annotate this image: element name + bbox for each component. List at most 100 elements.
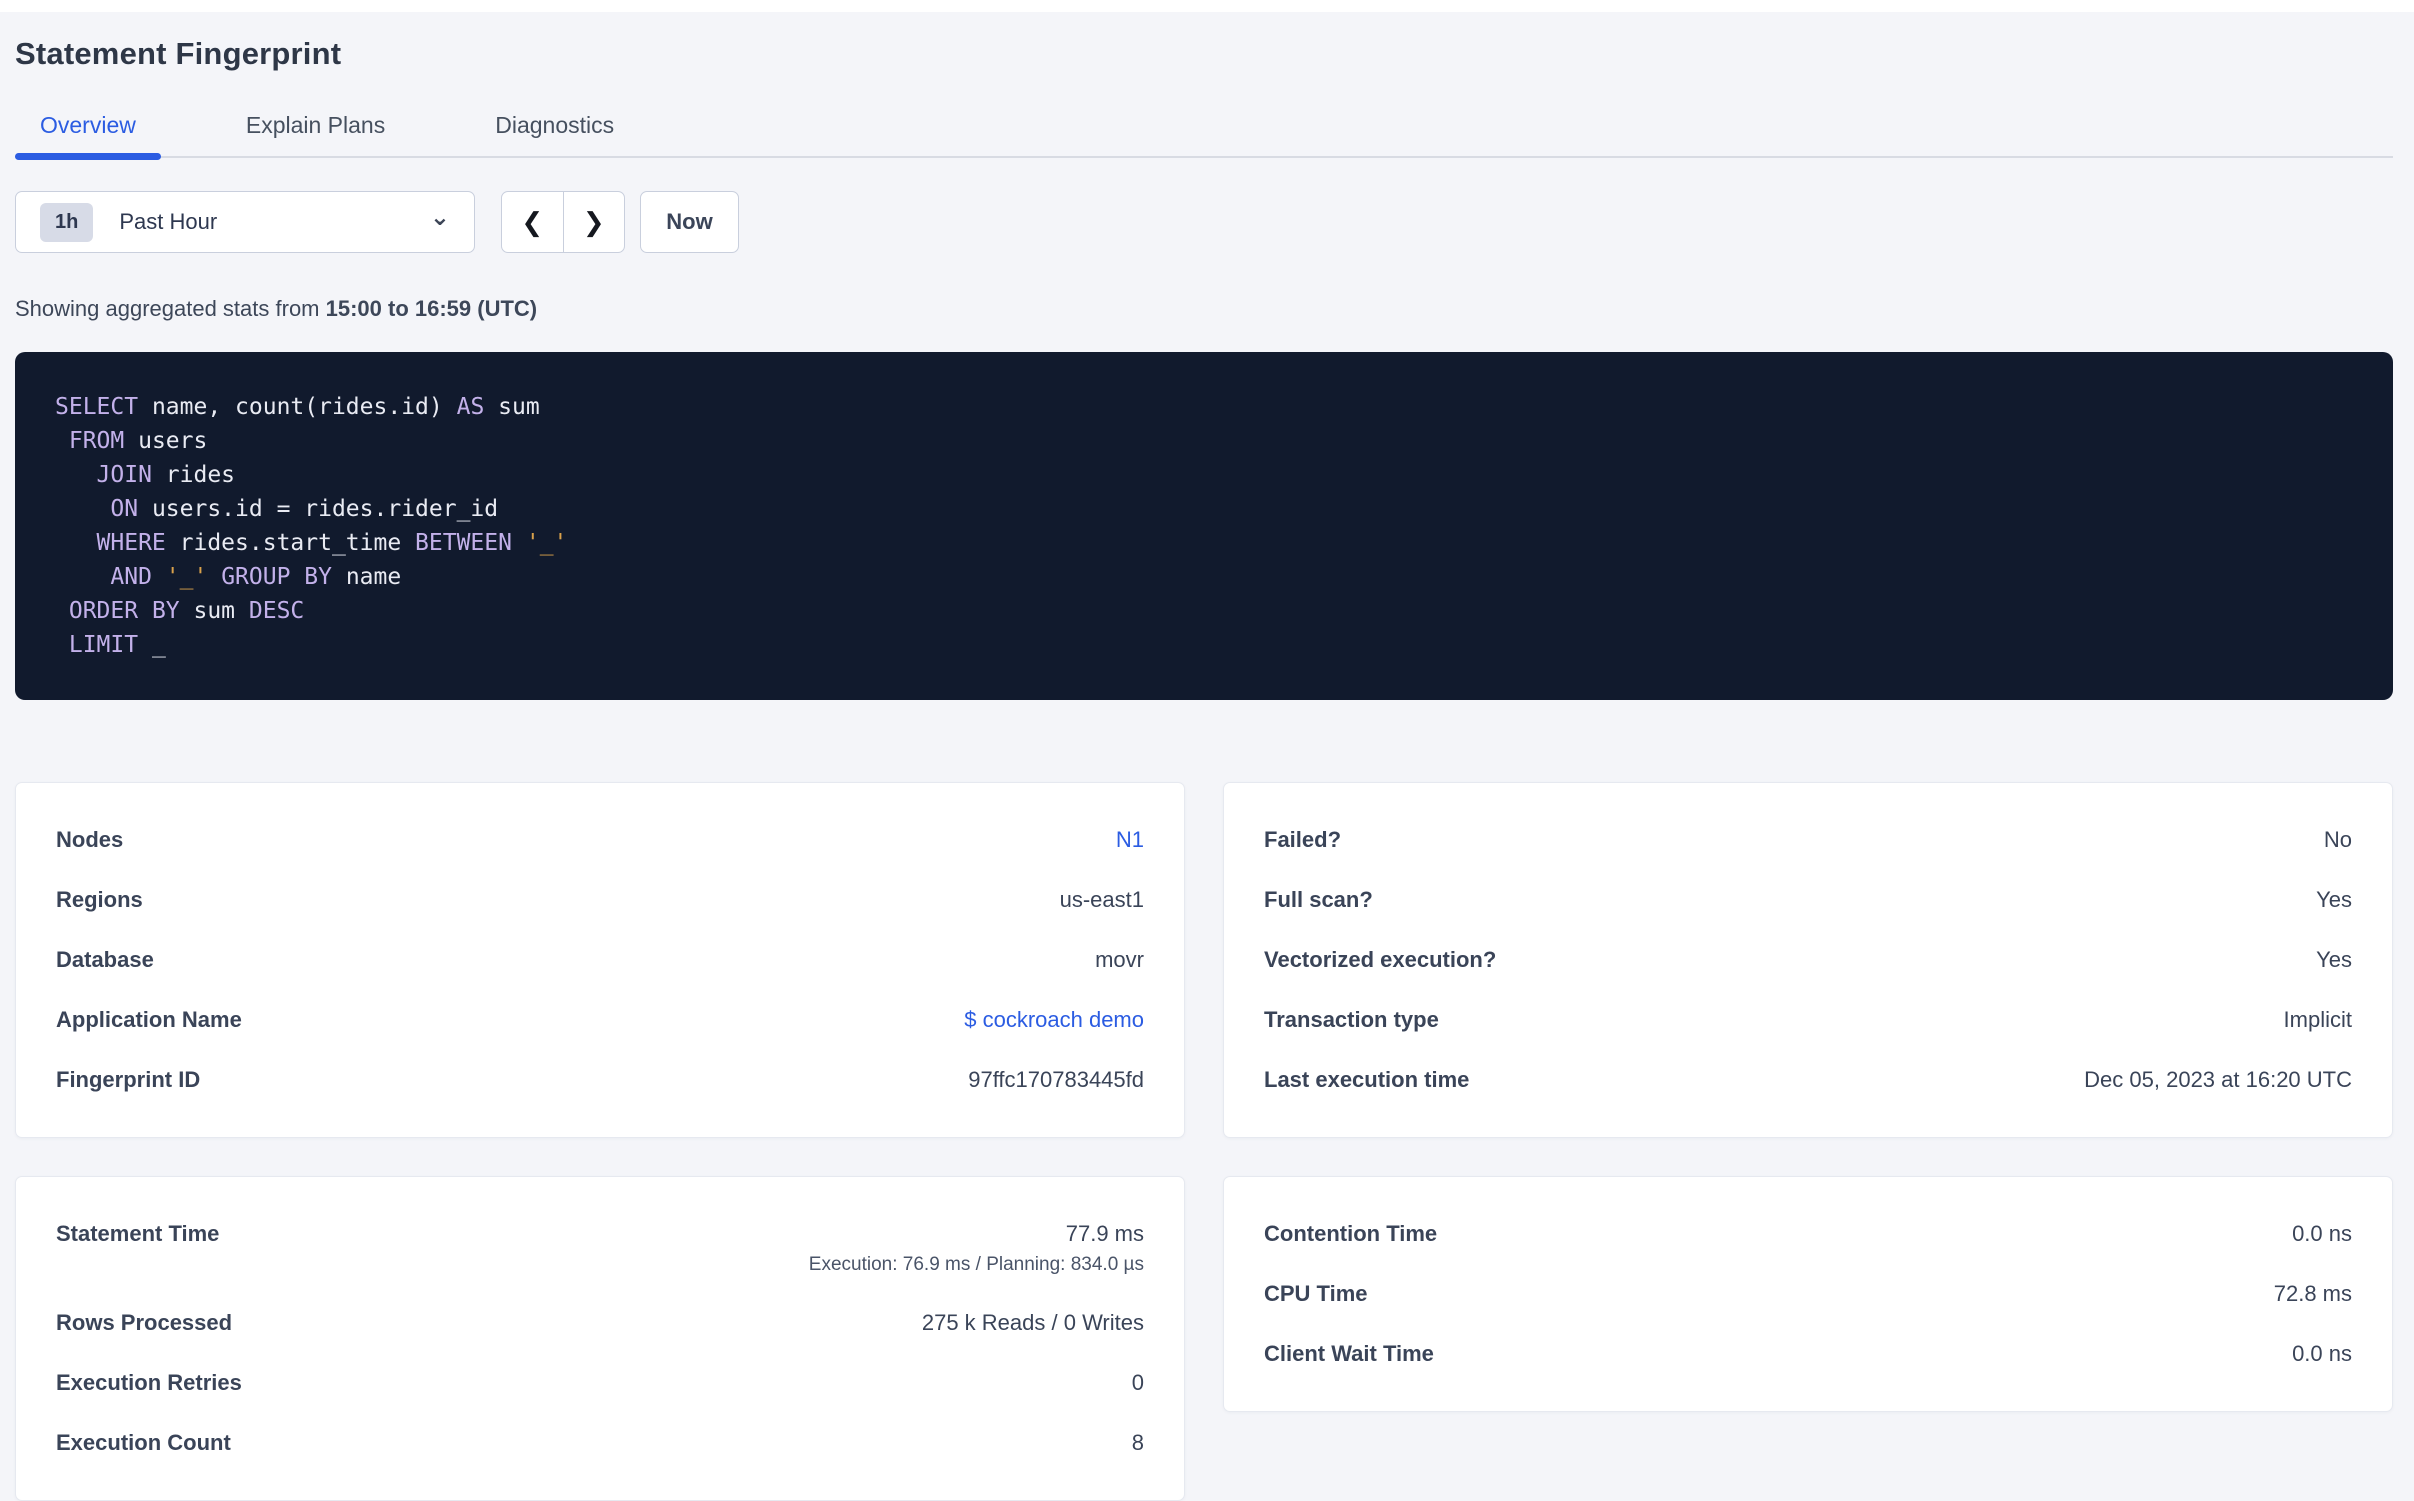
stat-subvalue: Execution: 76.9 ms / Planning: 834.0 µs xyxy=(808,1254,1144,1276)
stat-value-block: Yes xyxy=(2316,887,2352,913)
stat-row: Transaction type Implicit xyxy=(1264,990,2352,1050)
sql-token-pl: users xyxy=(124,428,208,455)
stat-row: Execution Retries 0 xyxy=(56,1353,1144,1413)
sql-token-pl: rides xyxy=(151,462,236,489)
stat-label: Regions xyxy=(56,887,143,913)
sql-statement-box: SELECT name, count(rides.id) AS sum FROM… xyxy=(15,352,2393,701)
sql-line: AND '_' GROUP BY name xyxy=(55,560,2353,594)
stat-value-block: 77.9 ms Execution: 76.9 ms / Planning: 83… xyxy=(809,1221,1144,1276)
stat-value-block: N1 xyxy=(1116,827,1144,853)
stat-value: 72.8 ms xyxy=(2273,1281,2352,1307)
sql-token-pl: sum xyxy=(179,598,249,625)
stat-value-block: $ cockroach demo xyxy=(964,1007,1144,1033)
interval-badge: 1h xyxy=(40,202,94,242)
sql-token-pl xyxy=(152,564,166,590)
chevron-left-icon: ❮ xyxy=(521,206,544,237)
stat-value: No xyxy=(2323,827,2352,853)
sql-token-pl xyxy=(207,564,221,590)
stat-value-block: 0 xyxy=(1132,1370,1144,1396)
stat-value: 8 xyxy=(1131,1430,1144,1456)
stat-value: Yes xyxy=(2316,947,2352,973)
stat-value-block: 0.0 ns xyxy=(2292,1221,2352,1247)
stat-value-block: 72.8 ms xyxy=(2274,1281,2352,1307)
stat-value: 0.0 ns xyxy=(2292,1221,2352,1247)
execution-attributes-card: Failed? No Full scan? Yes Vectorized executi… xyxy=(1223,782,2393,1139)
page-title: Statement Fingerprint xyxy=(15,36,342,71)
stat-row: Rows Processed 275 k Reads / 0 Writes xyxy=(56,1293,1144,1353)
sql-token-kw: DESC xyxy=(248,598,305,625)
stat-value-block: us-east1 xyxy=(1060,887,1144,913)
sql-line: JOIN rides xyxy=(55,458,2353,492)
time-controls: 1h Past Hour ⌄ ❮ ❯ Now xyxy=(15,191,2393,254)
sql-line: WHERE rides.start_time BETWEEN '_' xyxy=(55,526,2353,560)
stat-label: Vectorized execution? xyxy=(1264,947,1497,973)
summary-cards: Nodes N1 Regions us-east1 Database movr Applic… xyxy=(15,782,2393,1501)
stat-value-block: Dec 05, 2023 at 16:20 UTC xyxy=(2084,1067,2352,1093)
stat-value: Yes xyxy=(2316,887,2352,913)
stat-label: Database xyxy=(56,947,154,973)
tab-diagnostics[interactable]: Diagnostics xyxy=(470,112,639,156)
stat-label: Transaction type xyxy=(1264,1007,1439,1033)
stat-row: Client Wait Time 0.0 ns xyxy=(1264,1324,2352,1384)
stat-value: 275 k Reads / 0 Writes xyxy=(921,1310,1144,1336)
stat-label: Failed? xyxy=(1264,827,1342,853)
stat-row: Database movr xyxy=(56,930,1144,990)
sql-token-kw: AND xyxy=(110,564,152,591)
sql-token-pl xyxy=(512,530,526,556)
sql-token-pl xyxy=(55,564,110,590)
stat-value: movr xyxy=(1095,947,1144,973)
chevron-right-icon: ❯ xyxy=(582,206,605,237)
wait-time-card: Contention Time 0.0 ns CPU Time 72.8 ms Clie… xyxy=(1223,1176,2393,1413)
statement-fingerprint-page: Statement Fingerprint Overview Explain P… xyxy=(0,35,2414,1501)
sql-token-pl: name, count(rides.id) xyxy=(138,394,457,421)
stat-value: 97ffc170783445fd xyxy=(968,1067,1144,1093)
sql-line: FROM users xyxy=(55,424,2353,458)
sql-line: ON users.id = rides.rider_id xyxy=(55,492,2353,526)
sql-line: LIMIT _ xyxy=(55,628,2353,662)
stat-value-block: 275 k Reads / 0 Writes xyxy=(922,1310,1144,1336)
stat-value: Dec 05, 2023 at 16:20 UTC xyxy=(2084,1067,2352,1093)
sql-token-pl: sum xyxy=(484,394,540,421)
stat-value: Implicit xyxy=(2283,1007,2352,1033)
stat-label: CPU Time xyxy=(1264,1281,1368,1307)
stat-label: Execution Count xyxy=(56,1430,231,1456)
stat-row: Execution Count 8 xyxy=(56,1413,1144,1473)
stat-row: Full scan? Yes xyxy=(1264,870,2352,930)
tab-bar: Overview Explain Plans Diagnostics xyxy=(15,112,2393,161)
stat-value-link[interactable]: $ cockroach demo xyxy=(964,1007,1144,1033)
stat-label: Client Wait Time xyxy=(1264,1341,1434,1367)
time-range-selected-value: Past Hour xyxy=(119,209,218,235)
stat-row: Vectorized execution? Yes xyxy=(1264,930,2352,990)
stat-value-block: 97ffc170783445fd xyxy=(968,1067,1144,1093)
next-time-range-button[interactable]: ❯ xyxy=(562,192,625,253)
sql-token-kw: BETWEEN xyxy=(415,530,512,557)
sql-token-kw: AS xyxy=(456,394,485,421)
stat-label: Full scan? xyxy=(1264,887,1373,913)
stat-row: Contention Time 0.0 ns xyxy=(1264,1204,2352,1264)
stat-row: Application Name $ cockroach demo xyxy=(56,990,1144,1050)
stat-row: CPU Time 72.8 ms xyxy=(1264,1264,2352,1324)
aggregated-stats-time-range: 15:00 to 16:59 (UTC) xyxy=(325,296,538,322)
stat-value-block: Implicit xyxy=(2284,1007,2352,1033)
stat-value-block: No xyxy=(2324,827,2352,853)
sql-token-str: '_' xyxy=(525,530,568,557)
stat-label: Fingerprint ID xyxy=(56,1067,201,1093)
previous-time-range-button[interactable]: ❮ xyxy=(502,192,563,252)
tab-explain-plans[interactable]: Explain Plans xyxy=(221,112,410,156)
sql-token-pl: name xyxy=(331,564,402,591)
stat-row: Failed? No xyxy=(1264,810,2352,870)
sql-token-kw: FROM xyxy=(68,428,125,455)
time-range-dropdown[interactable]: 1h Past Hour ⌄ xyxy=(15,191,475,254)
stat-label: Statement Time xyxy=(56,1221,220,1247)
sql-token-pl xyxy=(55,496,110,522)
tab-overview[interactable]: Overview xyxy=(15,112,161,161)
sql-token-pl: users.id = rides.rider_id xyxy=(138,496,499,523)
sql-token-str: '_' xyxy=(165,564,208,591)
stat-value: 0 xyxy=(1131,1370,1144,1396)
stat-row: Regions us-east1 xyxy=(56,870,1144,930)
stat-row: Nodes N1 xyxy=(56,810,1144,870)
time-range-pager: ❮ ❯ xyxy=(501,191,625,254)
stat-value-link[interactable]: N1 xyxy=(1116,827,1144,853)
stat-value-block: Yes xyxy=(2316,947,2352,973)
now-button[interactable]: Now xyxy=(640,191,739,254)
